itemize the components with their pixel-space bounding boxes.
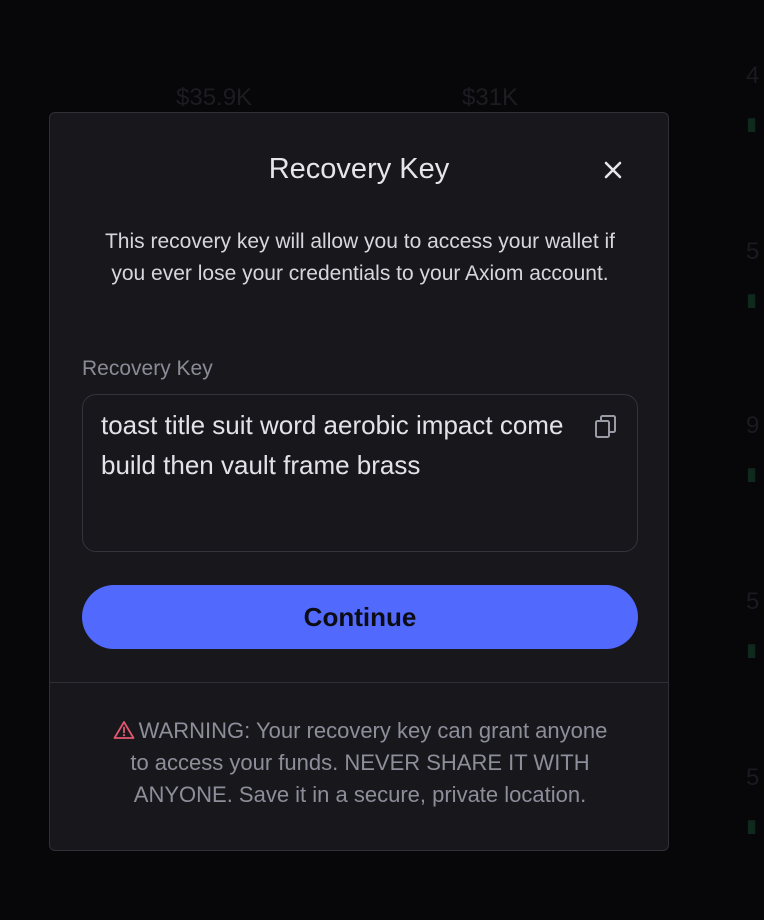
modal-description: This recovery key will allow you to acce…: [104, 230, 615, 285]
close-icon[interactable]: [598, 155, 628, 185]
recovery-key-modal: Recovery Key This recovery key will allo…: [49, 112, 669, 851]
background-edge-digit: 5: [746, 764, 760, 791]
background-edge-mark: ▮: [746, 464, 758, 482]
background-edge-mark: ▮: [746, 816, 758, 834]
copy-icon[interactable]: [593, 413, 619, 441]
continue-button[interactable]: Continue: [82, 585, 638, 649]
modal-divider: [50, 682, 668, 683]
background-edge-digit: 5: [746, 588, 760, 615]
warning-text: WARNING: Your recovery key can grant any…: [130, 718, 608, 807]
background-edge-mark: ▮: [746, 290, 758, 308]
warning-message: WARNING: Your recovery key can grant any…: [106, 715, 614, 811]
background-edge-mark: ▮: [746, 114, 758, 132]
background-edge-digit: 5: [746, 238, 760, 265]
background-edge-digit: 4: [746, 62, 760, 89]
background-edge-mark: ▮: [746, 640, 758, 658]
close-button[interactable]: [598, 155, 628, 185]
warning-triangle-icon: [113, 717, 135, 739]
copy-button[interactable]: [593, 413, 619, 441]
recovery-key-field[interactable]: toast title suit word aerobic impact com…: [82, 394, 638, 552]
recovery-key-label: Recovery Key: [82, 357, 213, 380]
background-price-left: $35.9K: [176, 84, 253, 111]
recovery-key-text[interactable]: toast title suit word aerobic impact com…: [101, 405, 581, 485]
modal-title: Recovery Key: [268, 153, 450, 185]
background-edge-digit: 9: [746, 412, 760, 439]
background-price-right: $31K: [462, 84, 519, 111]
